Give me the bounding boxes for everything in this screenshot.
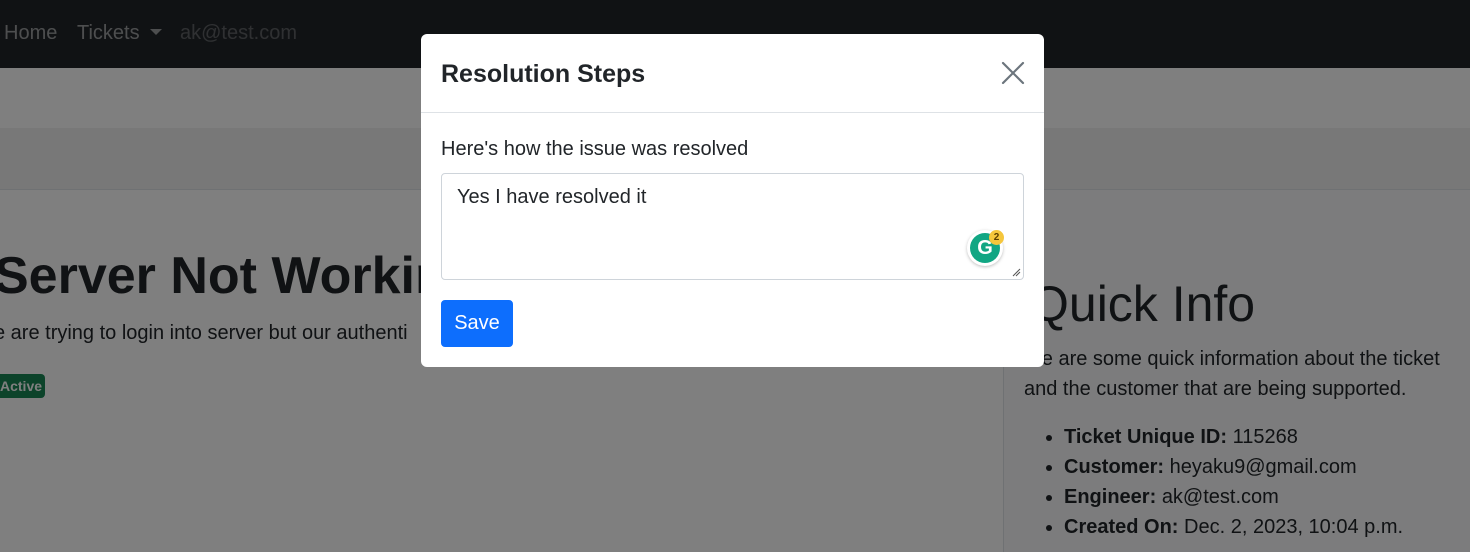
close-button[interactable]	[998, 58, 1028, 88]
grammarly-button[interactable]: G 2	[967, 230, 1004, 266]
close-icon	[1001, 61, 1025, 85]
save-button[interactable]: Save	[441, 300, 513, 347]
modal-title: Resolution Steps	[441, 60, 646, 88]
modal-header: Resolution Steps	[421, 34, 1044, 113]
resolution-modal: Resolution Steps Here's how the issue wa…	[421, 34, 1044, 367]
resolution-textarea[interactable]	[442, 174, 1023, 279]
grammarly-count-badge: 2	[989, 230, 1004, 245]
resize-handle-icon[interactable]	[1011, 267, 1021, 277]
resolution-label: Here's how the issue was resolved	[441, 138, 749, 160]
resolution-textarea-wrapper: G 2	[441, 173, 1024, 280]
